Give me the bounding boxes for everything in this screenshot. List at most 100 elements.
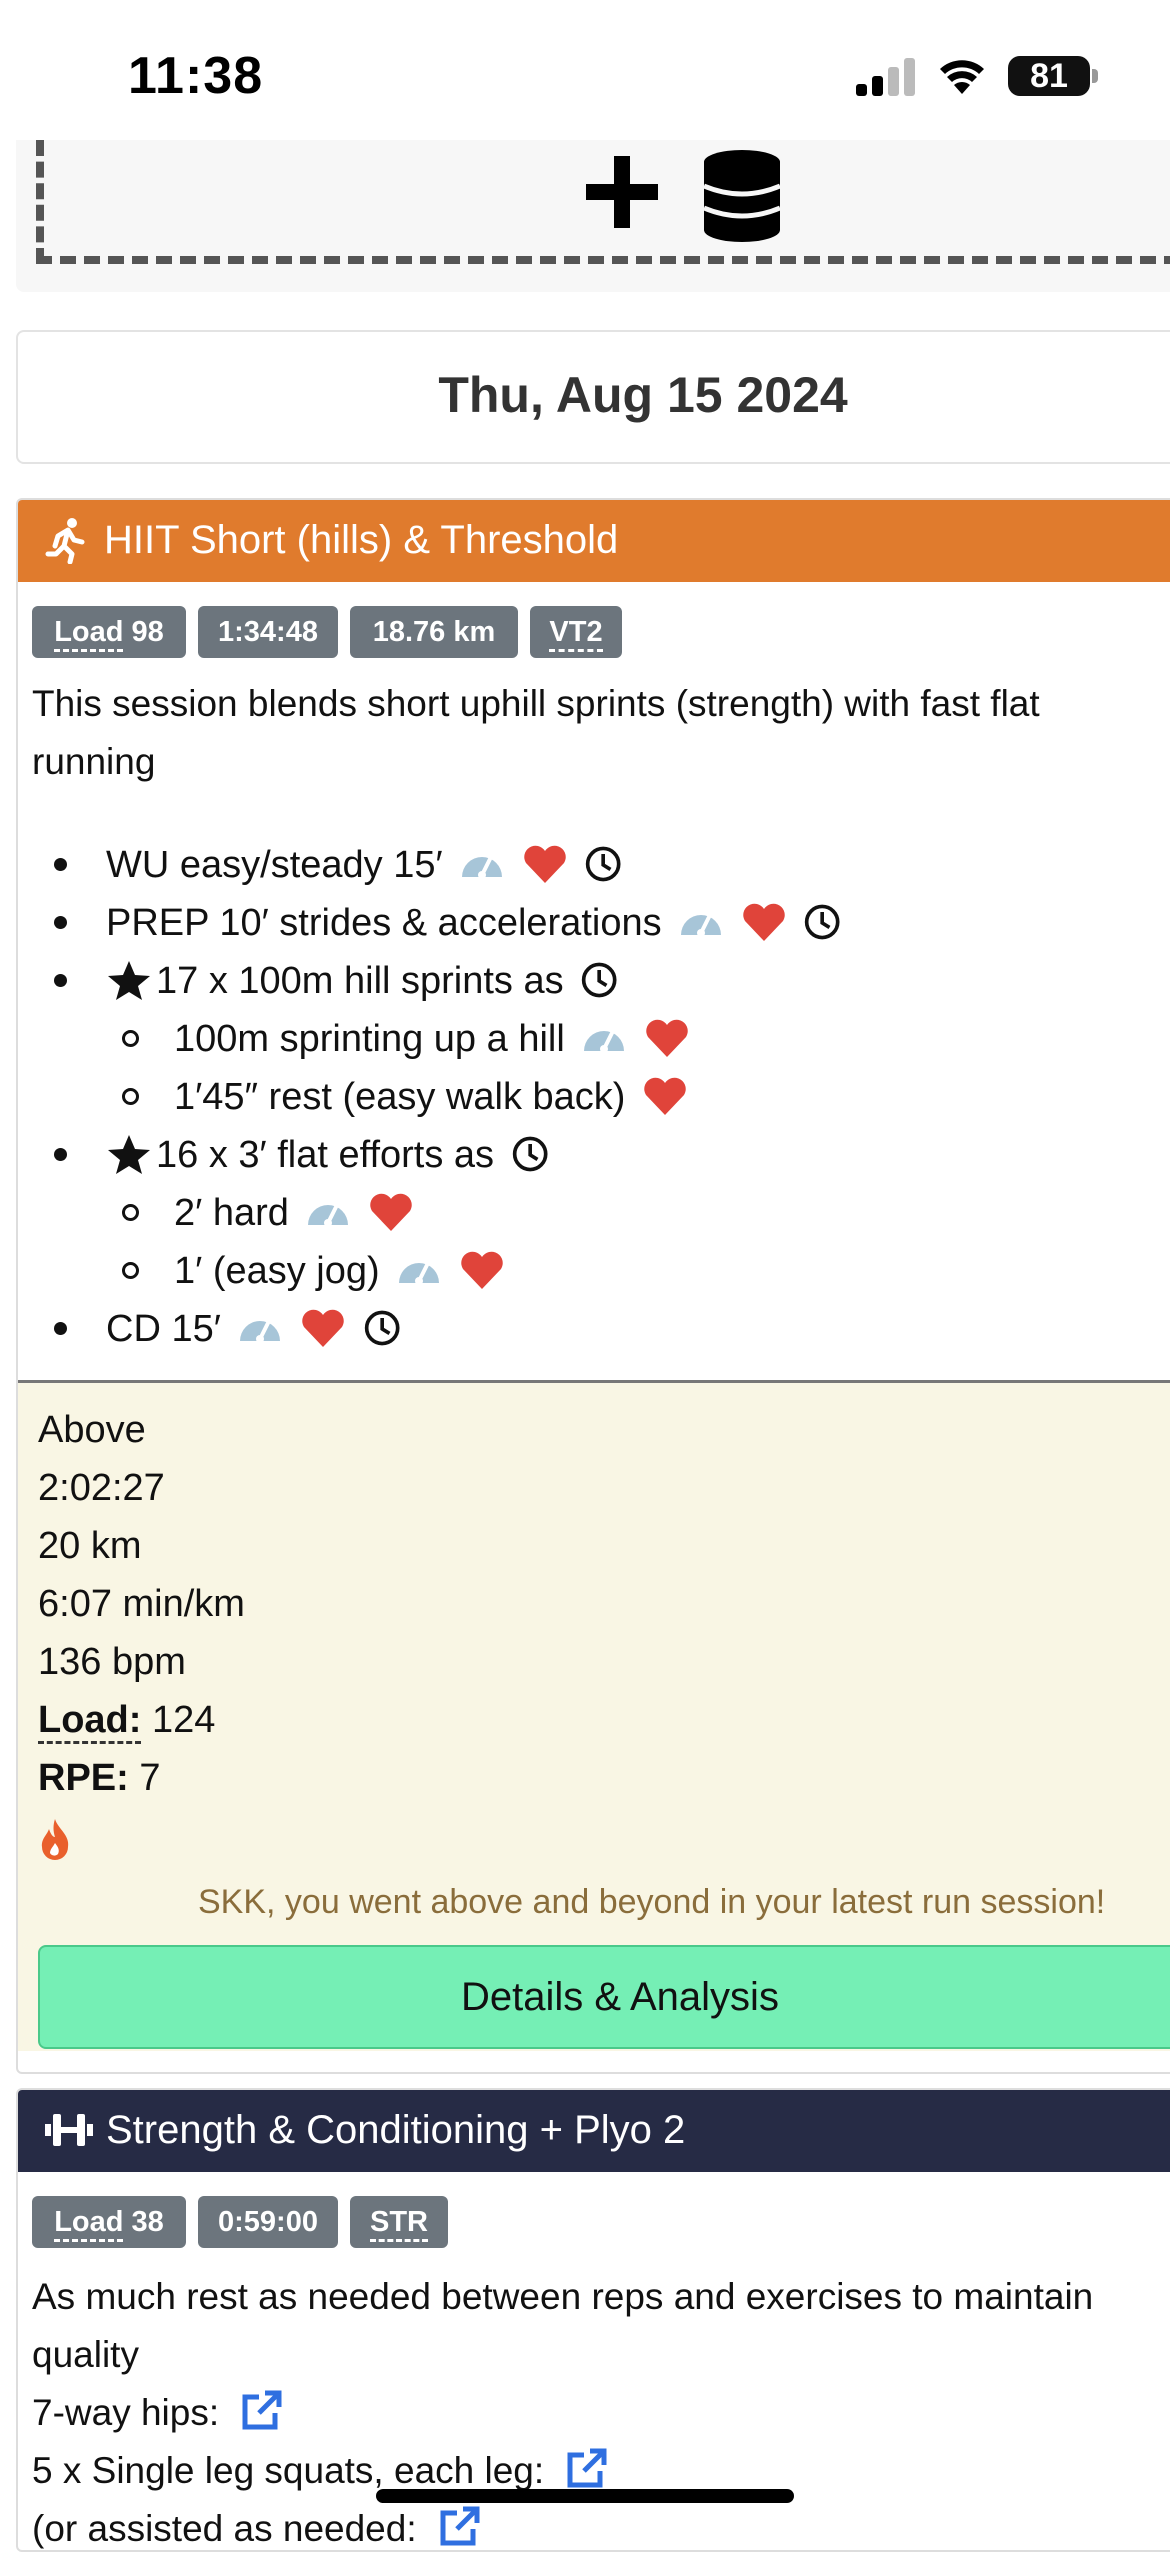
- external-link-icon[interactable]: [564, 2447, 608, 2491]
- battery-tip: [1092, 69, 1098, 83]
- step-hill-sprints: 17 x 100m hill sprints as: [106, 952, 622, 1010]
- session-card-hiit[interactable]: HIIT Short (hills) & Threshold Load 98 1…: [16, 498, 1170, 2074]
- step-hard: 2′ hard: [174, 1184, 414, 1242]
- exercise-line: (or assisted as needed:: [32, 2500, 1093, 2550]
- sub-bullet: [122, 1204, 139, 1221]
- result-verdict: Above: [38, 1409, 146, 1451]
- status-time: 11:38: [128, 47, 264, 105]
- result-load-label: Load:: [38, 1699, 142, 1744]
- load-badge-label: Load: [54, 616, 124, 652]
- details-analysis-button[interactable]: Details & Analysis: [38, 1945, 1170, 2049]
- session-card-strength[interactable]: Strength & Conditioning + Plyo 2 Load 38…: [16, 2088, 1170, 2552]
- distance-badge: 18.76 km: [350, 606, 518, 658]
- exercise-line: 7-way hips:: [32, 2384, 1093, 2442]
- load-badge-label: Load: [54, 2206, 124, 2242]
- session-title: HIIT Short (hills) & Threshold: [104, 518, 619, 562]
- description-line-2: quality: [32, 2334, 139, 2375]
- clock-icon[interactable]: [584, 843, 626, 885]
- result-load-value: 124: [152, 1699, 216, 1741]
- result-heart-rate: 136 bpm: [38, 1641, 186, 1683]
- session-header[interactable]: HIIT Short (hills) & Threshold: [18, 500, 1170, 582]
- step-text: 2′ hard: [174, 1192, 289, 1234]
- step-text: 1′ (easy jog): [174, 1250, 380, 1292]
- clock-icon[interactable]: [803, 901, 845, 943]
- plus-icon: [586, 156, 658, 228]
- pace-gauge-icon[interactable]: [396, 1249, 442, 1291]
- result-duration: 2:02:27: [38, 1467, 165, 1509]
- heart-rate-icon[interactable]: [642, 1075, 688, 1117]
- status-bar: 11:38 81: [0, 0, 1170, 140]
- add-from-database-icons[interactable]: [586, 148, 786, 248]
- add-workout-card[interactable]: [16, 140, 1170, 292]
- step-flat-efforts: 16 x 3′ flat efforts as: [106, 1126, 553, 1184]
- flame-icon: [41, 1819, 69, 1860]
- load-badge-value: 98: [131, 616, 164, 648]
- home-indicator: [376, 2489, 794, 2503]
- star-icon: [108, 1134, 150, 1174]
- heart-rate-icon[interactable]: [741, 901, 787, 943]
- exercise-text: 5 x Single leg squats, each leg:: [32, 2450, 545, 2491]
- type-badge: STR: [350, 2196, 448, 2248]
- external-link-icon[interactable]: [239, 2389, 283, 2433]
- step-prep: PREP 10′ strides & accelerations: [106, 894, 845, 952]
- heart-rate-icon[interactable]: [300, 1307, 346, 1349]
- dumbbell-icon: [45, 2114, 93, 2146]
- heart-rate-icon[interactable]: [368, 1191, 414, 1233]
- step-sprint-uphill: 100m sprinting up a hill: [174, 1010, 690, 1068]
- result-distance: 20 km: [38, 1525, 142, 1567]
- pace-gauge-icon[interactable]: [581, 1017, 627, 1059]
- description-line-2: running: [32, 741, 156, 782]
- zone-badge: VT2: [530, 606, 622, 658]
- session-description: As much rest as needed between reps and …: [32, 2268, 1093, 2550]
- heart-rate-icon[interactable]: [459, 1249, 505, 1291]
- session-header[interactable]: Strength & Conditioning + Plyo 2: [18, 2090, 1170, 2172]
- result-rpe-value: 7: [139, 1757, 161, 1799]
- heart-rate-icon[interactable]: [644, 1017, 690, 1059]
- duration-badge: 0:59:00: [198, 2196, 338, 2248]
- sub-bullet: [122, 1262, 139, 1279]
- session-result-panel: Above 2:02:27 20 km 6:07 min/km 136 bpm …: [18, 1380, 1170, 2051]
- step-text: 100m sprinting up a hill: [174, 1018, 565, 1060]
- step-text: PREP 10′ strides & accelerations: [106, 902, 662, 944]
- database-icon: [703, 150, 781, 242]
- external-link-icon[interactable]: [437, 2505, 481, 2549]
- date-heading: Thu, Aug 15 2024: [438, 367, 848, 423]
- step-rest: 1′45″ rest (easy walk back): [174, 1068, 688, 1126]
- step-easy-jog: 1′ (easy jog): [174, 1242, 505, 1300]
- wifi-icon: [940, 60, 984, 94]
- clock-icon[interactable]: [511, 1133, 553, 1175]
- exercise-text: (or assisted as needed:: [32, 2508, 417, 2549]
- running-icon: [45, 518, 85, 564]
- description-line-1: This session blends short uphill sprints…: [32, 683, 1040, 724]
- bullet: [54, 1322, 67, 1335]
- result-rpe: RPE: 7: [38, 1757, 161, 1800]
- clock-icon[interactable]: [363, 1307, 405, 1349]
- pace-gauge-icon[interactable]: [237, 1307, 283, 1349]
- sub-bullet: [122, 1088, 139, 1105]
- bullet: [54, 858, 67, 871]
- praise-message: SKK, you went above and beyond in your l…: [198, 1883, 1106, 1921]
- bullet: [54, 916, 67, 929]
- heart-rate-icon[interactable]: [522, 843, 568, 885]
- step-warmup: WU easy/steady 15′: [106, 836, 626, 894]
- result-load: Load: 124: [38, 1699, 216, 1744]
- result-pace: 6:07 min/km: [38, 1583, 245, 1625]
- result-rpe-label: RPE:: [38, 1757, 129, 1799]
- load-badge-value: 38: [131, 2206, 164, 2238]
- bullet: [54, 974, 67, 987]
- step-text: WU easy/steady 15′: [106, 844, 443, 886]
- date-header-card: Thu, Aug 15 2024: [16, 330, 1170, 464]
- step-text: 1′45″ rest (easy walk back): [174, 1076, 626, 1118]
- clock-icon[interactable]: [580, 959, 622, 1001]
- signal-icon: [856, 58, 916, 96]
- step-text: 17 x 100m hill sprints as: [156, 960, 564, 1002]
- session-description: This session blends short uphill sprints…: [32, 675, 1040, 791]
- pace-gauge-icon[interactable]: [678, 901, 724, 943]
- step-text: CD 15′: [106, 1308, 221, 1350]
- pace-gauge-icon[interactable]: [459, 843, 505, 885]
- load-badge: Load 38: [32, 2196, 186, 2248]
- type-badge-label: STR: [370, 2206, 428, 2242]
- step-text: 16 x 3′ flat efforts as: [156, 1134, 495, 1176]
- bullet: [54, 1148, 67, 1161]
- pace-gauge-icon[interactable]: [305, 1191, 351, 1233]
